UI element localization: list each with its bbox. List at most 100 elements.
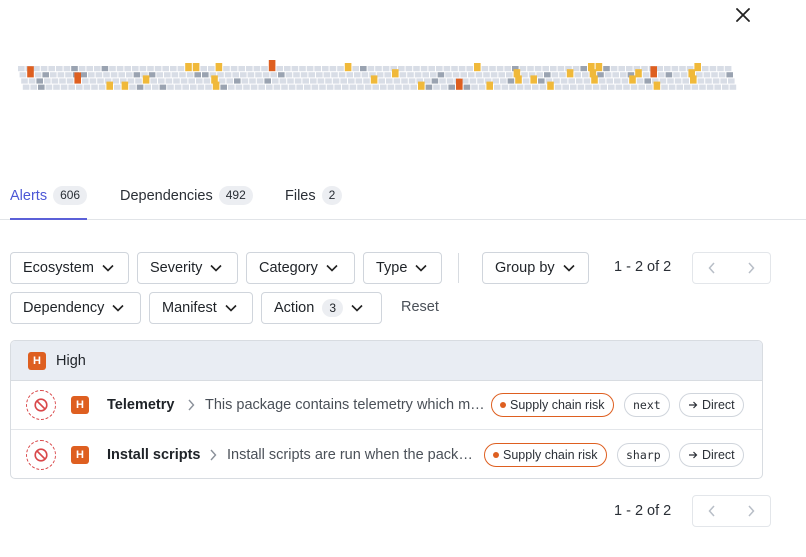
dependency-block bbox=[720, 78, 727, 84]
ecosystem-filter[interactable]: Ecosystem bbox=[10, 252, 129, 284]
dependency-block bbox=[310, 78, 317, 84]
dependency-block bbox=[445, 72, 452, 78]
risk-label: Supply chain risk bbox=[503, 447, 598, 462]
category-filter[interactable]: Category bbox=[246, 252, 355, 284]
dependency-block bbox=[337, 66, 344, 72]
dependency-block bbox=[477, 78, 484, 84]
action-filter[interactable]: Action 3 bbox=[261, 292, 382, 324]
dependency-block bbox=[386, 78, 393, 84]
dependency-block bbox=[658, 72, 665, 78]
ignore-button[interactable] bbox=[26, 439, 56, 470]
dependency-block bbox=[197, 84, 205, 90]
dependency-block bbox=[436, 66, 443, 72]
dependency-block bbox=[255, 72, 262, 78]
dependency-block bbox=[705, 78, 712, 84]
dependency-block bbox=[288, 84, 296, 90]
next-page-button[interactable] bbox=[731, 495, 771, 527]
dependency-block bbox=[334, 84, 341, 90]
dependency-block bbox=[481, 66, 489, 72]
severity-group-header[interactable]: H High bbox=[11, 341, 762, 381]
dependency-filter[interactable]: Dependency bbox=[10, 292, 141, 324]
dependency-block bbox=[440, 84, 448, 90]
manifest-filter[interactable]: Manifest bbox=[149, 292, 253, 324]
reset-button[interactable]: Reset bbox=[401, 299, 439, 315]
dependency-block bbox=[570, 84, 577, 90]
dependency-block bbox=[524, 84, 531, 90]
dependency-block bbox=[133, 72, 141, 78]
dependency-block bbox=[261, 66, 268, 72]
dependency-block bbox=[18, 66, 25, 72]
type-filter[interactable]: Type bbox=[363, 252, 442, 284]
close-button[interactable] bbox=[732, 4, 754, 26]
dependency-block bbox=[59, 78, 66, 84]
dependency-block bbox=[124, 66, 131, 72]
dependency-block bbox=[326, 84, 334, 90]
tab-dependencies[interactable]: Dependencies 492 bbox=[120, 182, 253, 219]
ignore-button[interactable] bbox=[26, 390, 56, 420]
dependency-block bbox=[534, 66, 542, 72]
dependency-block bbox=[629, 75, 636, 84]
risk-category-pill: Supply chain risk bbox=[491, 393, 614, 417]
chevron-right-icon bbox=[747, 505, 755, 517]
chevron-down-icon bbox=[415, 264, 428, 272]
dependency-block bbox=[380, 84, 387, 90]
dependency-block bbox=[674, 78, 682, 84]
dependency-block bbox=[370, 75, 378, 84]
dependency-block bbox=[414, 72, 422, 78]
dependency-block bbox=[51, 78, 59, 84]
dependency-block bbox=[606, 78, 613, 84]
package-name-pill[interactable]: sharp bbox=[617, 442, 670, 467]
dependency-block bbox=[208, 66, 215, 72]
dependency-block bbox=[577, 84, 585, 90]
dependency-block bbox=[74, 72, 81, 84]
severity-filter[interactable]: Severity bbox=[137, 252, 238, 284]
dependency-block bbox=[323, 72, 331, 78]
dependency-block bbox=[460, 72, 467, 78]
dependency-type-label: Direct bbox=[702, 447, 735, 462]
dependency-block bbox=[230, 66, 238, 72]
dependency-block bbox=[30, 84, 37, 90]
dependency-block bbox=[709, 66, 717, 72]
dependency-block bbox=[114, 84, 121, 90]
alert-row[interactable]: H Telemetry This package contains teleme… bbox=[11, 381, 762, 430]
dependency-block bbox=[165, 78, 173, 84]
dependency-block bbox=[83, 84, 91, 90]
dependency-block bbox=[82, 78, 89, 84]
tab-files[interactable]: Files 2 bbox=[285, 182, 343, 219]
block-icon bbox=[34, 398, 48, 412]
risk-category-pill: Supply chain risk bbox=[484, 442, 607, 467]
dependency-block bbox=[80, 72, 87, 78]
alert-row[interactable]: H Install scripts Install scripts are ru… bbox=[11, 430, 762, 478]
dependency-block bbox=[299, 66, 306, 72]
tab-alerts[interactable]: Alerts 606 bbox=[10, 182, 88, 220]
dependency-block bbox=[392, 69, 399, 78]
dependency-block bbox=[89, 78, 97, 84]
risk-dot-icon bbox=[500, 402, 506, 408]
group-by-filter[interactable]: Group by bbox=[482, 252, 589, 284]
dependency-block bbox=[132, 66, 139, 72]
dependency-block bbox=[101, 66, 109, 72]
previous-page-button[interactable] bbox=[692, 252, 732, 284]
arrow-right-icon bbox=[689, 451, 698, 458]
dependency-block bbox=[322, 66, 329, 72]
dependency-block bbox=[284, 66, 291, 72]
dependency-block bbox=[711, 72, 718, 78]
dependency-block bbox=[522, 78, 530, 84]
previous-page-button[interactable] bbox=[692, 495, 732, 527]
dependency-block bbox=[597, 72, 604, 78]
dependency-block bbox=[542, 66, 549, 72]
alert-title: Install scripts bbox=[107, 446, 201, 463]
dependency-block bbox=[410, 84, 417, 90]
dependency-block bbox=[171, 72, 179, 78]
dependency-block bbox=[642, 72, 650, 78]
dependency-block bbox=[635, 69, 642, 78]
dependency-block bbox=[428, 66, 435, 72]
next-page-button[interactable] bbox=[731, 252, 771, 284]
dependency-block bbox=[376, 72, 384, 78]
dependency-block bbox=[653, 81, 661, 90]
dependency-block bbox=[726, 72, 733, 78]
dependency-block bbox=[177, 66, 185, 72]
package-name-pill[interactable]: next bbox=[624, 393, 670, 417]
dependency-block bbox=[664, 66, 671, 72]
tab-count: 492 bbox=[218, 186, 253, 205]
